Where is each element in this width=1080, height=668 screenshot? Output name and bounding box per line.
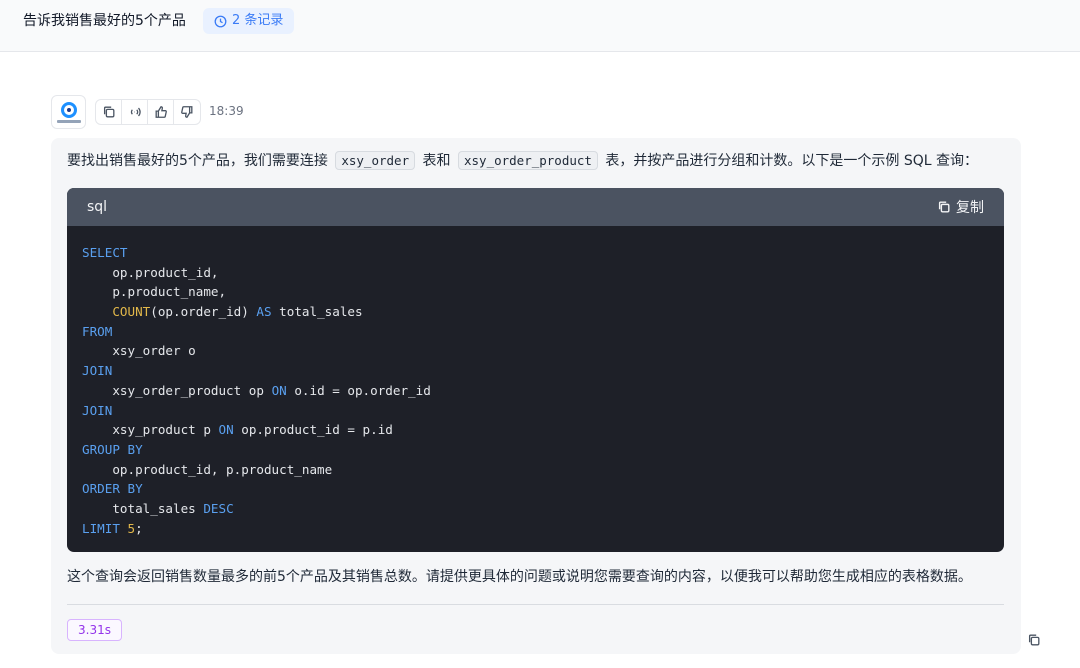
divider: [67, 604, 1004, 605]
code-token: ORDER BY: [82, 481, 143, 497]
copy-code-label: 复制: [956, 200, 984, 216]
code-line: xsy_product p ON op.product_id = p.id: [82, 420, 989, 440]
code-line: ORDER BY: [82, 479, 989, 499]
code-block: sql 复制 SELECT op.product_id, p.product_n…: [67, 188, 1004, 552]
intro-after: 表，并按产品进行分组和计数。以下是一个示例 SQL 查询：: [605, 153, 978, 169]
code-token: xsy_order_product op: [82, 382, 272, 398]
clock-icon: [214, 15, 227, 27]
code-line: JOIN: [82, 361, 989, 381]
logo-wordmark: [56, 119, 81, 123]
code-line: op.product_id, p.product_name: [82, 460, 989, 480]
code-token: (op.order_id): [150, 304, 257, 320]
code-token: JOIN: [82, 363, 113, 379]
summary-text: 这个查询会返回销售数量最多的前5个产品及其销售总数。请提供更具体的问题或说明您需…: [67, 569, 972, 585]
code-token: xsy_order o: [82, 343, 196, 359]
code-token: SELECT: [82, 245, 128, 260]
logo-icon: [60, 101, 77, 118]
thumbs-down-icon: [181, 106, 193, 118]
inline-code-order-product: xsy_order_product: [458, 151, 598, 170]
inline-code-order: xsy_order: [335, 151, 416, 170]
code-line: GROUP BY: [82, 440, 989, 460]
user-question: 告诉我销售最好的5个产品: [23, 13, 186, 29]
code-line: JOIN: [82, 401, 989, 421]
code-line: SELECT: [82, 243, 989, 263]
copy-icon: [103, 106, 114, 118]
code-token: op.product_id = p.id: [233, 422, 393, 438]
response-duration-badge: 3.31s: [67, 619, 122, 641]
code-token: total_sales: [271, 304, 363, 320]
top-bar: 告诉我销售最好的5个产品 2 条记录: [0, 0, 1080, 52]
read-aloud-button[interactable]: [122, 100, 148, 124]
code-line: LIMIT 5;: [82, 519, 989, 539]
code-header: sql 复制: [67, 188, 1004, 226]
code-token: xsy_product p: [82, 422, 219, 438]
code-line: COUNT(op.order_id) AS total_sales: [82, 302, 989, 322]
code-token: ON: [271, 382, 287, 398]
code-token: 5: [127, 520, 136, 536]
intro-middle: 表和: [422, 153, 451, 169]
code-token: COUNT: [112, 304, 151, 320]
assistant-message: 要找出销售最好的5个产品，我们需要连接 xsy_order 表和 xsy_ord…: [51, 138, 1021, 654]
code-line: total_sales DESC: [82, 499, 989, 519]
assistant-avatar: [51, 95, 86, 129]
code-token: op.product_id, p.product_name: [82, 461, 333, 477]
code-line: xsy_order_product op ON o.id = op.order_…: [82, 381, 989, 401]
code-token: AS: [256, 304, 272, 320]
dislike-button[interactable]: [174, 100, 200, 124]
code-language: sql: [87, 199, 108, 215]
records-badge[interactable]: 2 条记录: [203, 8, 295, 34]
code-line: p.product_name,: [82, 282, 989, 302]
message-time: 18:39: [209, 104, 244, 118]
code-token: o.id = op.order_id: [286, 382, 431, 398]
records-label: 2 条记录: [232, 13, 284, 28]
code-token: p.product_name,: [82, 284, 227, 300]
code-token: GROUP BY: [82, 441, 143, 457]
code-token: DESC: [203, 500, 234, 516]
code-line: op.product_id,: [82, 263, 989, 283]
code-token: total_sales: [82, 500, 204, 516]
sql-code: SELECT op.product_id, p.product_name, CO…: [67, 226, 1004, 552]
code-token: LIMIT: [82, 520, 128, 536]
code-line: xsy_order o: [82, 341, 989, 361]
copy-icon: [1028, 634, 1040, 646]
code-token: op.product_id,: [82, 264, 219, 280]
intro-before: 要找出销售最好的5个产品，我们需要连接: [67, 153, 328, 169]
copy-code-button[interactable]: 复制: [937, 197, 984, 217]
like-button[interactable]: [148, 100, 174, 124]
copy-message-button[interactable]: [96, 100, 122, 124]
code-token: ;: [135, 520, 143, 536]
copy-answer-button[interactable]: [1027, 632, 1043, 648]
code-token: ON: [218, 422, 234, 438]
intro-text: 要找出销售最好的5个产品，我们需要连接 xsy_order 表和 xsy_ord…: [67, 151, 978, 171]
code-token: FROM: [82, 323, 113, 339]
copy-icon: [938, 201, 950, 213]
code-line: FROM: [82, 322, 989, 342]
thumbs-up-icon: [155, 106, 167, 118]
code-token: JOIN: [82, 402, 113, 418]
speaker-icon: [130, 107, 141, 117]
message-actions: [95, 99, 201, 125]
